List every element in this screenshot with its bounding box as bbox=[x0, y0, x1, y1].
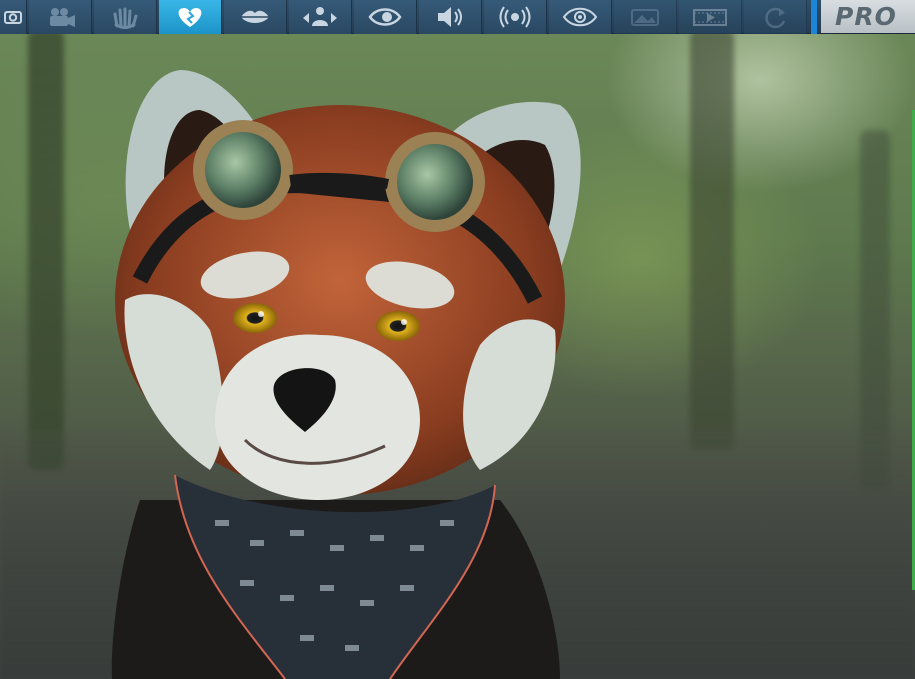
watch-eye-icon bbox=[562, 7, 598, 27]
video-camera-icon bbox=[50, 8, 75, 27]
gesture-button[interactable] bbox=[94, 0, 157, 34]
scene-button[interactable] bbox=[614, 0, 677, 34]
refresh-icon bbox=[765, 7, 786, 29]
pro-badge: PRO bbox=[821, 0, 915, 33]
brand-label: PRO bbox=[835, 2, 897, 31]
body-move-button[interactable] bbox=[289, 0, 352, 34]
broadcast-button[interactable] bbox=[484, 0, 547, 34]
heart-expression-icon bbox=[178, 8, 202, 27]
camera-button[interactable] bbox=[0, 0, 27, 34]
video-camera-button[interactable] bbox=[29, 0, 92, 34]
sound-button[interactable] bbox=[419, 0, 482, 34]
lips-button[interactable] bbox=[224, 0, 287, 34]
scene-viewport bbox=[0, 0, 915, 679]
top-toolbar: PRO bbox=[0, 0, 915, 34]
toolbar-separator bbox=[811, 0, 817, 34]
film-strip-icon bbox=[693, 9, 727, 26]
broadcast-icon bbox=[499, 6, 531, 28]
eye-icon bbox=[368, 8, 402, 26]
speaker-icon bbox=[438, 7, 462, 27]
camera-icon bbox=[4, 11, 22, 24]
lips-icon bbox=[241, 10, 269, 23]
scene-icon bbox=[631, 9, 659, 26]
eye-button[interactable] bbox=[354, 0, 417, 34]
hand-wave-icon bbox=[113, 7, 138, 29]
refresh-button[interactable] bbox=[744, 0, 807, 34]
watch-button[interactable] bbox=[549, 0, 612, 34]
body-move-icon bbox=[303, 7, 337, 26]
film-button[interactable] bbox=[679, 0, 742, 34]
red-panda-avatar bbox=[111, 70, 581, 679]
emotion-button[interactable] bbox=[159, 0, 222, 34]
